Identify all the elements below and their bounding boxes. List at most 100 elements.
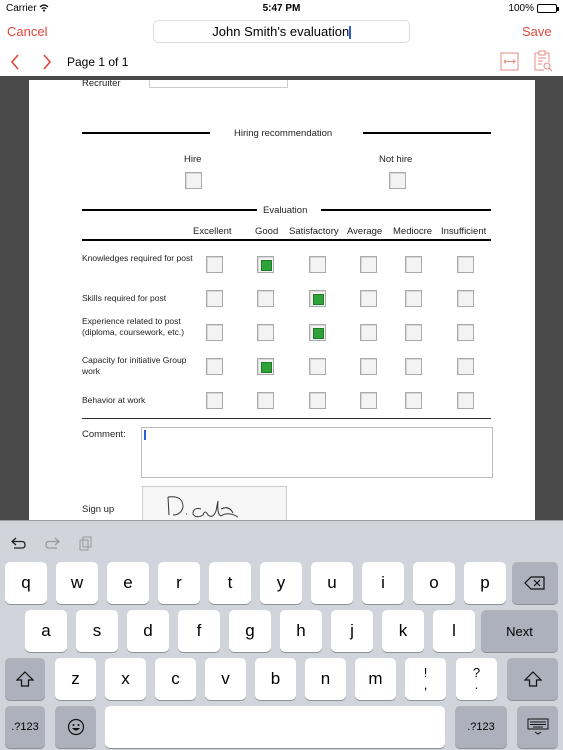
rating-checkbox-satisfactory[interactable] — [309, 256, 326, 273]
key-g[interactable]: g — [229, 610, 271, 652]
recruiter-field[interactable] — [149, 80, 288, 88]
key-d[interactable]: d — [127, 610, 169, 652]
rating-checkbox-good[interactable] — [257, 290, 274, 307]
rating-checkbox-excellent[interactable] — [206, 358, 223, 375]
space-bar[interactable] — [105, 706, 445, 748]
shift-key-left[interactable] — [5, 658, 45, 700]
key-u[interactable]: u — [311, 562, 353, 604]
cancel-button[interactable]: Cancel — [7, 24, 47, 39]
key-question-period[interactable]: ?. — [456, 658, 497, 700]
signature-field[interactable] — [142, 486, 287, 520]
key-r[interactable]: r — [158, 562, 200, 604]
key-n[interactable]: n — [305, 658, 346, 700]
rating-checkbox-satisfactory[interactable] — [309, 392, 326, 409]
rating-checkbox-excellent[interactable] — [206, 324, 223, 341]
rating-checkbox-mediocre[interactable] — [405, 324, 422, 341]
rating-checkbox-good[interactable] — [257, 256, 274, 273]
key-l[interactable]: l — [433, 610, 475, 652]
column-header: Good — [255, 226, 279, 237]
column-header: Mediocre — [393, 226, 433, 237]
undo-icon[interactable] — [10, 535, 28, 551]
key-t[interactable]: t — [209, 562, 251, 604]
document-search-icon[interactable] — [533, 50, 553, 72]
rating-checkbox-satisfactory[interactable] — [309, 324, 326, 341]
delete-key[interactable] — [512, 562, 558, 604]
key-a[interactable]: a — [25, 610, 67, 652]
rating-checkbox-insufficient[interactable] — [457, 358, 474, 375]
emoji-icon — [67, 718, 84, 736]
rating-checkbox-good[interactable] — [257, 324, 274, 341]
key-b[interactable]: b — [255, 658, 296, 700]
key-w[interactable]: w — [56, 562, 98, 604]
rating-checkbox-mediocre[interactable] — [405, 290, 422, 307]
rating-checkbox-excellent[interactable] — [206, 256, 223, 273]
keyboard-dismiss-icon — [527, 718, 548, 735]
divider — [82, 132, 210, 134]
key-x[interactable]: x — [105, 658, 146, 700]
rating-checkbox-insufficient[interactable] — [457, 392, 474, 409]
not-hire-checkbox[interactable] — [389, 172, 406, 189]
divider — [82, 418, 491, 419]
key-h[interactable]: h — [280, 610, 322, 652]
column-header: Average — [347, 226, 383, 237]
criteria-label: Capacity for initiative Group work — [82, 355, 187, 376]
numbers-key-left[interactable]: .?123 — [5, 706, 45, 748]
key-v[interactable]: v — [205, 658, 246, 700]
key-k[interactable]: k — [382, 610, 424, 652]
rating-checkbox-insufficient[interactable] — [457, 256, 474, 273]
key-exclamation-comma[interactable]: !, — [405, 658, 446, 700]
numbers-key-right[interactable]: .?123 — [455, 706, 507, 748]
document-title-input[interactable]: John Smith's evaluation — [153, 20, 410, 43]
sign-label: Sign up — [82, 504, 115, 515]
key-p[interactable]: p — [464, 562, 506, 604]
chevron-right-icon[interactable] — [40, 52, 54, 72]
rating-checkbox-excellent[interactable] — [206, 290, 223, 307]
chevron-left-icon[interactable] — [8, 52, 22, 72]
key-y[interactable]: y — [260, 562, 302, 604]
rating-checkbox-mediocre[interactable] — [405, 392, 422, 409]
rating-checkbox-average[interactable] — [360, 392, 377, 409]
keyboard: q w e r t y u i o p a s d f g h j k l Next z x c v b n m!,?. .?123.… — [0, 520, 563, 750]
rating-checkbox-mediocre[interactable] — [405, 256, 422, 273]
comment-label: Comment: — [82, 429, 126, 440]
key-c[interactable]: c — [155, 658, 196, 700]
column-header: Insufficient — [441, 226, 487, 237]
rating-checkbox-good[interactable] — [257, 392, 274, 409]
key-i[interactable]: i — [362, 562, 404, 604]
shift-icon — [523, 671, 542, 687]
key-q[interactable]: q — [5, 562, 47, 604]
rating-checkbox-average[interactable] — [360, 358, 377, 375]
next-key[interactable]: Next — [481, 610, 558, 652]
save-button[interactable]: Save — [522, 24, 552, 39]
text-caret — [349, 26, 351, 40]
redo-icon[interactable] — [43, 535, 61, 551]
document-title-text: John Smith's evaluation — [212, 24, 350, 39]
rating-checkbox-insufficient[interactable] — [457, 324, 474, 341]
recruiter-label: Recruiter — [82, 80, 121, 89]
rating-checkbox-average[interactable] — [360, 256, 377, 273]
divider — [82, 239, 491, 241]
rating-checkbox-good[interactable] — [257, 358, 274, 375]
paste-icon[interactable] — [78, 535, 94, 551]
hide-keyboard-key[interactable] — [517, 706, 558, 748]
rating-checkbox-satisfactory[interactable] — [309, 290, 326, 307]
hire-checkbox[interactable] — [185, 172, 202, 189]
rating-checkbox-average[interactable] — [360, 324, 377, 341]
pdf-page: Recruiter Hiring recommendation Hire Not… — [29, 80, 535, 520]
shift-key-right[interactable] — [507, 658, 558, 700]
emoji-key[interactable] — [55, 706, 96, 748]
key-e[interactable]: e — [107, 562, 149, 604]
comment-textarea[interactable] — [141, 427, 493, 478]
fit-width-icon[interactable] — [500, 52, 519, 71]
rating-checkbox-average[interactable] — [360, 290, 377, 307]
key-z[interactable]: z — [55, 658, 96, 700]
key-o[interactable]: o — [413, 562, 455, 604]
key-j[interactable]: j — [331, 610, 373, 652]
key-m[interactable]: m — [355, 658, 396, 700]
rating-checkbox-excellent[interactable] — [206, 392, 223, 409]
key-s[interactable]: s — [76, 610, 118, 652]
rating-checkbox-insufficient[interactable] — [457, 290, 474, 307]
rating-checkbox-satisfactory[interactable] — [309, 358, 326, 375]
rating-checkbox-mediocre[interactable] — [405, 358, 422, 375]
key-f[interactable]: f — [178, 610, 220, 652]
